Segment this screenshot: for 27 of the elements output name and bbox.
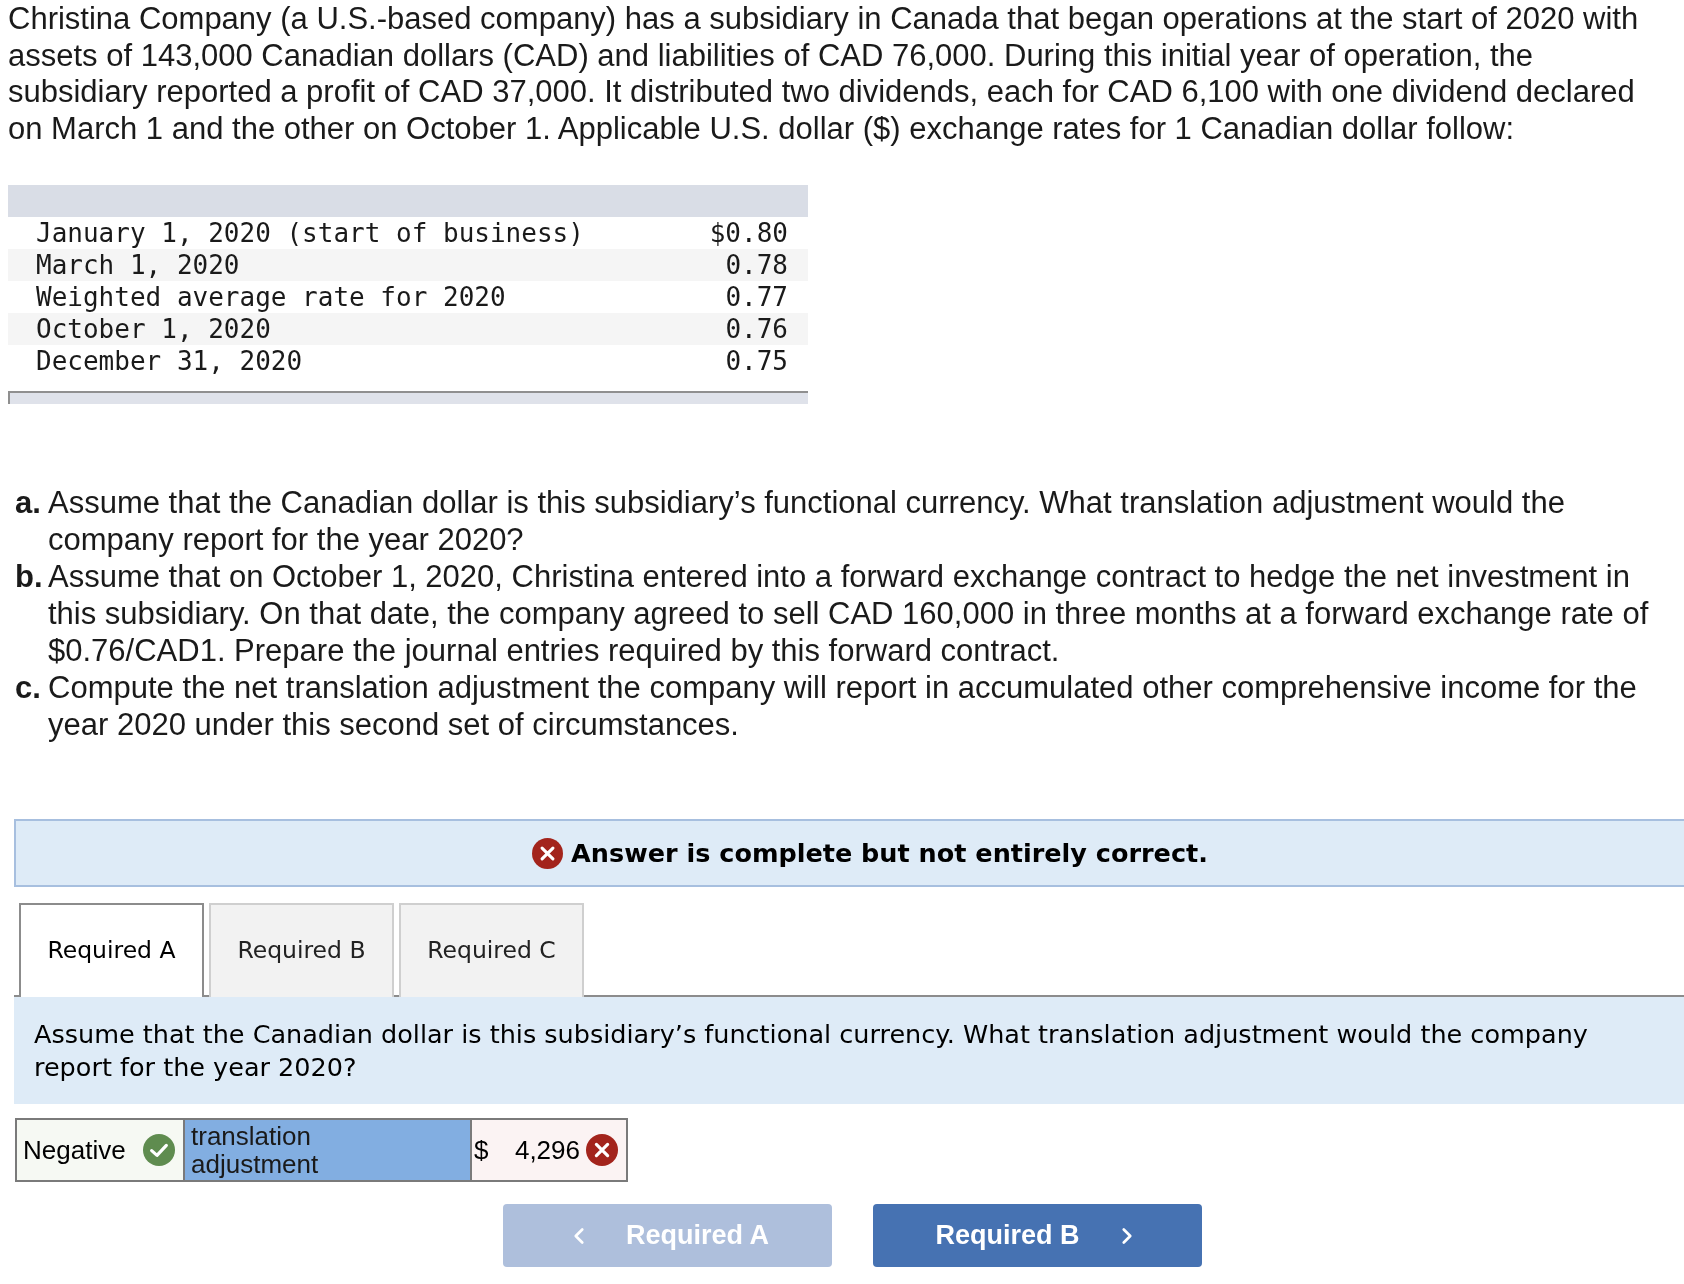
tab[interactable]: Required C [399, 903, 584, 997]
feedback-message: Answer is complete but not entirely correct. [571, 836, 1208, 870]
amount-field[interactable]: 4,296 [494, 1130, 580, 1170]
tab[interactable]: Required B [209, 903, 394, 997]
next-button[interactable]: Required B [873, 1204, 1202, 1267]
table-cell: December 31, 2020 [36, 345, 303, 377]
table-cell: January 1, 2020 (start of business) [36, 217, 584, 249]
table-cell: 0.76 [725, 313, 788, 345]
table-cell: March 1, 2020 [36, 249, 240, 281]
tab[interactable]: Required A [19, 903, 204, 997]
list-marker: c. [15, 669, 42, 707]
label-field[interactable]: translation adjustment [185, 1120, 472, 1180]
problem-text: Christina Company (a U.S.-based company) has a subsidiary in Canada that began operations at the start of 2020 with assets of 143,000 Canadian dollars (CAD) and liabilities of CAD 76,000. During this initial year of operation, the subsidiary reported a profit of CAD 37,000. It distributed two dividends, each for CAD 6,100 with one dividend declared on March 1 and the other on October 1. Applicable U.S. dollar ($) exchange rates for 1 Canadian dollar follow: [8, 0, 1640, 147]
table-cell: Weighted average rate for 2020 [36, 281, 506, 313]
currency-symbol: $ [474, 1133, 489, 1167]
table-cell: 0.75 [725, 345, 788, 377]
question-text: Assume that on October 1, 2020, Christina entered into a forward exchange contract to hedge the net investment in this subsidiary. On that date, the company agreed to sell CAD 160,000 in three months at a forward exchange rate of $0.76/CAD1. Prepare the journal entries required by this forward contract. [48, 558, 1650, 669]
table-cell: October 1, 2020 [36, 313, 271, 345]
table-cell: 0.77 [725, 281, 788, 313]
question-text: Assume that the Canadian dollar is this subsidiary’s functional currency. What translation adjustment would the company report for the year 2020? [48, 484, 1566, 558]
table-cell: 0.78 [725, 249, 788, 281]
table-cell: $0.80 [709, 217, 788, 249]
question-text: Compute the net translation adjustment the company will report in accumulated other comprehensive income for the year 2020 under this second set of circumstances. [48, 669, 1638, 743]
sign-dropdown[interactable]: Negative [17, 1120, 185, 1180]
list-marker: b. [15, 558, 44, 596]
question-prompt: Assume that the Canadian dollar is this subsidiary’s functional currency. What translation adjustment would the company report for the year 2020? [34, 1017, 1589, 1084]
list-marker: a. [15, 484, 42, 522]
